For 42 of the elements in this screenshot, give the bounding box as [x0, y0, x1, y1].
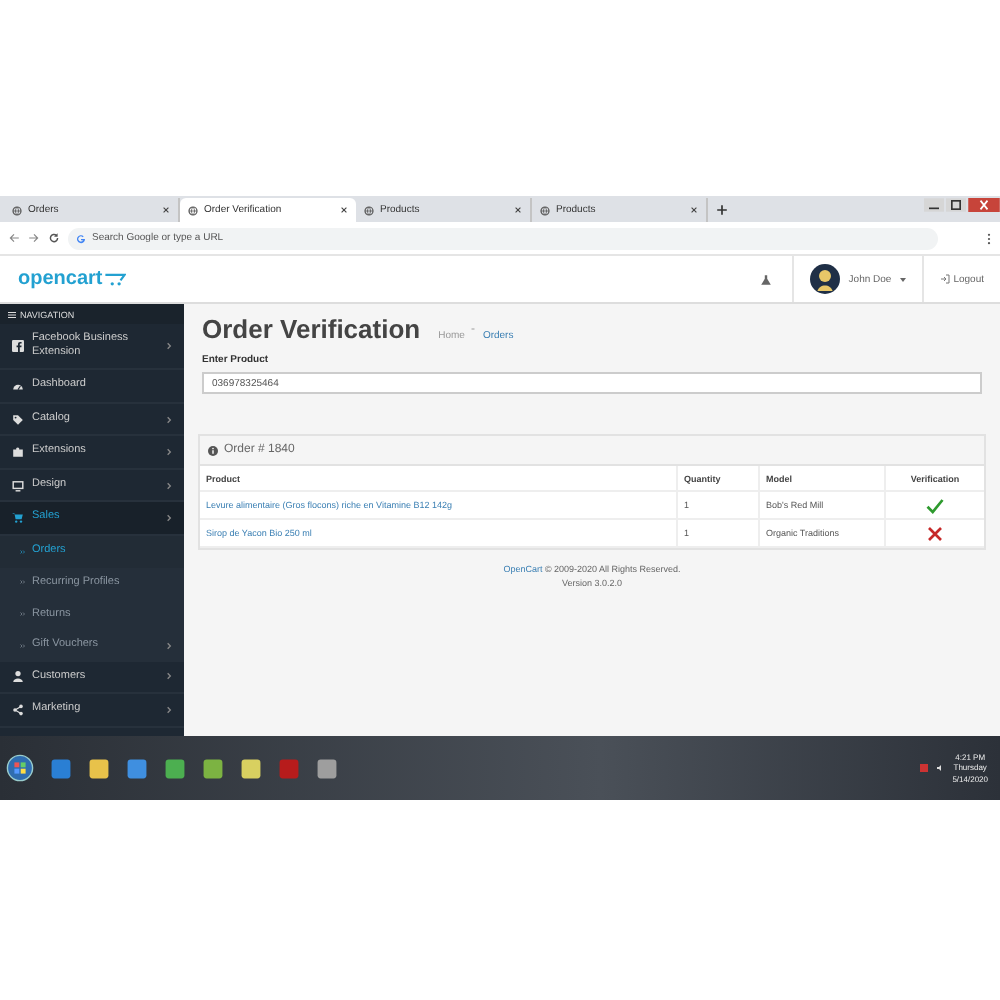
taskbar-app-icon[interactable] [88, 757, 110, 779]
back-arrow-icon[interactable] [8, 232, 20, 244]
plus-icon[interactable] [716, 204, 728, 216]
double-chevron-icon [20, 549, 26, 554]
globe-icon [540, 205, 550, 215]
close-icon[interactable] [340, 206, 348, 214]
avatar-icon [810, 264, 841, 294]
reload-icon[interactable] [48, 232, 60, 244]
monitor-icon [12, 479, 24, 492]
maximize-icon[interactable] [946, 198, 966, 212]
dashboard-icon [12, 380, 24, 393]
double-chevron-icon [20, 580, 26, 585]
share-icon [12, 703, 24, 716]
start-button-icon[interactable] [6, 754, 34, 782]
page-title: Order Verification [202, 314, 421, 344]
taskbar-app-icon[interactable] [240, 757, 262, 779]
caret-icon [899, 277, 906, 281]
close-icon[interactable] [968, 198, 1000, 212]
globe-icon [12, 205, 22, 215]
globe-icon [188, 205, 198, 215]
user-icon [12, 670, 24, 683]
taskbar-app-icon[interactable] [202, 757, 224, 779]
double-chevron-icon [20, 643, 26, 648]
taskbar-app-icon[interactable] [316, 757, 338, 779]
taskbar-app-icon[interactable] [164, 757, 186, 779]
close-icon[interactable] [690, 206, 698, 214]
cart-icon [12, 512, 24, 525]
minimize-icon[interactable] [924, 198, 944, 212]
taskbar-app-icon[interactable] [50, 757, 72, 779]
info-icon [208, 445, 218, 455]
menu-icon [8, 311, 16, 317]
sign-out-icon [939, 274, 950, 284]
globe-icon [364, 205, 374, 215]
flask-icon[interactable] [760, 273, 773, 285]
close-icon[interactable] [514, 206, 522, 214]
close-icon[interactable] [162, 206, 170, 214]
tags-icon [12, 413, 24, 426]
cart-icon [104, 272, 127, 286]
menu-icon[interactable] [986, 231, 992, 245]
taskbar-app-icon[interactable] [126, 757, 148, 779]
double-chevron-icon [20, 612, 26, 617]
forward-arrow-icon[interactable] [28, 232, 40, 244]
